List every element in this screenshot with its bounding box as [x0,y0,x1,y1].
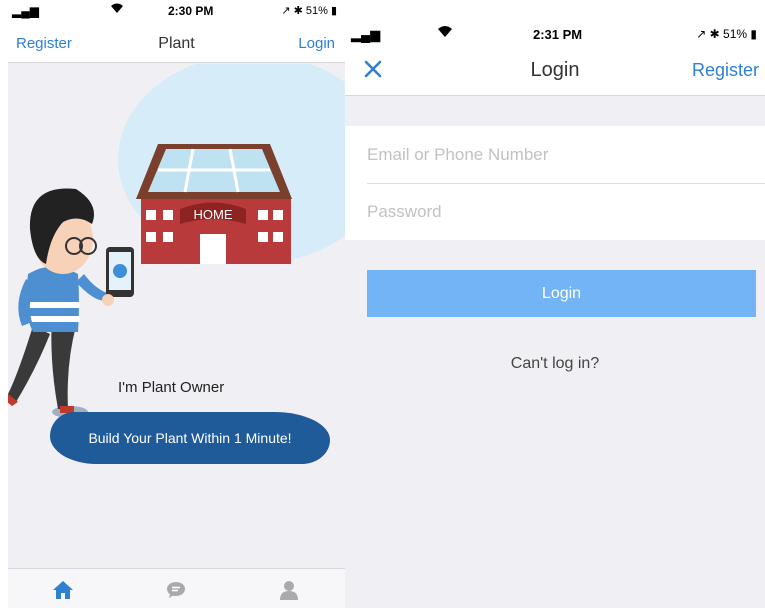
person-icon [280,581,298,600]
tab-profile[interactable] [274,577,304,603]
login-form [345,126,765,240]
status-bar: ▂▄▆ 2:31 PM ↗ ✱ 51% ▮ [345,22,765,46]
login-link[interactable]: Login [298,35,335,52]
tab-messages[interactable] [161,577,191,603]
login-button[interactable]: Login [367,270,756,317]
status-time: 2:30 PM [168,4,214,18]
signal-icon: ▂▄▆ [12,4,39,18]
login-screen: ▂▄▆ 2:31 PM ↗ ✱ 51% ▮ Login Register Log… [345,0,765,608]
plant-home-screen: ▂▄▆ 2:30 PM ↗ ✱ 51% ▮ Register Plant Log… [8,0,345,608]
password-field[interactable] [367,183,765,240]
wifi-icon [110,3,124,17]
wifi-icon [437,25,453,41]
email-field[interactable] [367,126,765,183]
status-bar: ▂▄▆ 2:30 PM ↗ ✱ 51% ▮ [8,0,345,22]
build-plant-button[interactable]: Build Your Plant Within 1 Minute! [50,412,330,464]
person [8,188,134,418]
status-right: ↗ ✱ 51% ▮ [696,27,757,41]
plant-owner-label: I'm Plant Owner [118,379,225,396]
screenshot-root: ▂▄▆ 2:30 PM ↗ ✱ 51% ▮ Register Plant Log… [0,0,765,608]
nav-bar: Login Register [345,46,765,96]
home-icon [53,581,73,599]
status-time: 2:31 PM [533,27,583,42]
status-right: ↗ ✱ 51% ▮ [281,5,337,17]
register-link[interactable]: Register [692,60,759,81]
nav-bar: Register Plant Login [8,22,345,63]
house: HOME [136,144,292,264]
message-icon [167,582,185,598]
cant-login-link[interactable]: Can't log in? [345,355,765,373]
top-strip [345,0,765,22]
tab-bar [8,568,345,608]
signal-icon: ▂▄▆ [351,27,381,42]
house-sign: HOME [194,207,233,222]
tab-home[interactable] [48,577,78,603]
page-title: Plant [158,35,195,52]
